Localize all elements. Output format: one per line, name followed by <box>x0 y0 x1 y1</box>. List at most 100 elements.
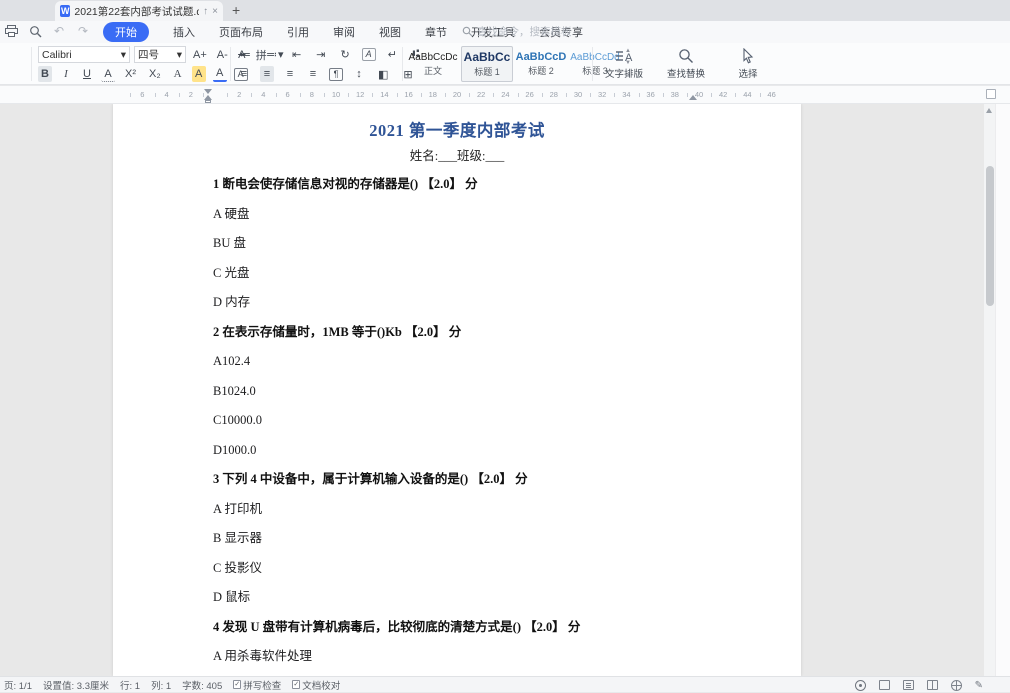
style-heading2[interactable]: AaBbCcD 标题 2 <box>515 46 567 82</box>
document-workspace: 2021 第一季度内部考试 姓名:___班级:___ 1 断电会使存储信息对视的… <box>0 104 1010 676</box>
option: C 光盘 <box>213 267 741 280</box>
first-line-indent-marker[interactable] <box>204 89 212 94</box>
spellcheck-icon: ✓ <box>233 680 241 689</box>
char-scale-icon[interactable]: A <box>362 48 376 61</box>
print-preview-icon[interactable] <box>28 24 42 38</box>
align-right-icon[interactable]: ≡ <box>283 66 297 82</box>
multi-page-view-icon[interactable] <box>927 680 938 690</box>
redo-icon[interactable]: ↷ <box>76 24 90 38</box>
font-size-combo[interactable]: 四号 ▾ <box>134 46 186 63</box>
eye-protection-icon[interactable] <box>855 680 866 691</box>
typeset-label: 文字排版 <box>605 66 643 80</box>
ruler-number: 6 <box>286 90 290 99</box>
left-indent-marker[interactable] <box>205 100 211 103</box>
subscript-button[interactable]: X₂ <box>146 66 164 82</box>
justify-icon[interactable]: ≡ <box>306 66 320 82</box>
grow-font-button[interactable]: A+ <box>190 47 210 63</box>
style-heading1[interactable]: AaBbCc 标题 1 <box>461 46 513 82</box>
question-4: 4 发现 U 盘带有计算机病毒后，比较彻底的清楚方式是() 【2.0】 分 <box>213 621 741 634</box>
italic-button[interactable]: I <box>59 66 73 82</box>
word-count[interactable]: 字数: 405 <box>182 678 222 692</box>
tab-references[interactable]: 引用 <box>287 24 309 40</box>
command-search[interactable]: 查找命令，搜索模板 <box>462 24 572 39</box>
text-effects-button[interactable]: A <box>171 66 185 82</box>
ruler-tick <box>421 93 422 97</box>
shrink-font-button[interactable]: A- <box>214 47 231 63</box>
ruler-tick <box>639 93 640 97</box>
right-indent-marker[interactable] <box>689 95 697 100</box>
scroll-up-icon[interactable] <box>986 108 992 113</box>
print-icon[interactable] <box>4 24 18 38</box>
divider <box>592 47 593 81</box>
ruler-number: 12 <box>356 90 364 99</box>
style-normal[interactable]: AaBbCcDc 正文 <box>407 46 459 82</box>
option: C10000.0 <box>213 414 741 427</box>
ruler-tick <box>566 93 567 97</box>
bullets-icon[interactable]: ≔ <box>237 46 254 62</box>
shading-icon[interactable]: ◧ <box>375 66 391 82</box>
ruler-tick <box>663 93 664 97</box>
ruler-number: 44 <box>743 90 751 99</box>
document-tab-title: 2021第22套内部考试试题.docx <box>74 4 199 19</box>
highlight-color-button[interactable]: A <box>192 66 206 82</box>
font-color-button[interactable]: A <box>213 66 227 82</box>
increase-indent-icon[interactable]: ⇥ <box>313 46 328 62</box>
page-view-icon[interactable] <box>879 680 890 690</box>
decrease-indent-icon[interactable]: ⇤ <box>289 46 304 62</box>
web-view-icon[interactable] <box>951 680 962 691</box>
search-icon <box>462 26 473 37</box>
divider <box>230 47 231 81</box>
tab-insert[interactable]: 插入 <box>173 24 195 40</box>
tab-view[interactable]: 视图 <box>379 24 401 40</box>
ruler-number: 32 <box>598 90 606 99</box>
text-direction-icon[interactable]: ↻ <box>337 46 352 62</box>
name-class-line: 姓名:___班级:___ <box>173 145 741 164</box>
vertical-scrollbar[interactable] <box>984 104 995 676</box>
divider <box>31 47 32 81</box>
select-button[interactable]: 选择 <box>722 45 774 83</box>
annotate-icon[interactable]: ✎ <box>975 680 983 691</box>
spellcheck-toggle[interactable]: ✓ 拼写检查 <box>233 678 281 692</box>
question-2: 2 在表示存储量时，1MB 等于()Kb 【2.0】 分 <box>213 326 741 339</box>
align-left-icon[interactable]: ≡ <box>237 66 251 82</box>
document-page[interactable]: 2021 第一季度内部考试 姓名:___班级:___ 1 断电会使存储信息对视的… <box>113 104 801 676</box>
tab-close-icon[interactable]: × <box>212 6 218 17</box>
ruler-tick <box>130 93 131 97</box>
undo-icon[interactable]: ↶ <box>52 24 66 38</box>
underline-button[interactable]: U <box>80 66 94 82</box>
ruler-tick <box>251 93 252 97</box>
tab-bar: W 2021第22套内部考试试题.docx ↑ × + <box>0 0 1010 21</box>
ruler-number: 30 <box>574 90 582 99</box>
superscript-button[interactable]: X² <box>122 66 139 82</box>
option: A 用杀毒软件处理 <box>213 650 741 663</box>
font-name-combo[interactable]: Calibri ▾ <box>38 46 130 63</box>
proofread-icon: ✓ <box>292 680 300 689</box>
paragraph-layout-icon[interactable]: ¶ <box>329 68 343 81</box>
char-border-button[interactable]: A <box>101 66 115 82</box>
numbering-icon[interactable]: ≕ <box>263 46 280 62</box>
scrollbar-thumb[interactable] <box>986 166 994 306</box>
ruler-number: 10 <box>332 90 340 99</box>
page-indicator[interactable]: 页: 1/1 <box>4 678 32 692</box>
text-typeset-button[interactable]: A 文字排版 <box>598 45 650 83</box>
chevron-down-icon: ▾ <box>177 49 182 61</box>
ruler-toggle-icon[interactable] <box>986 89 996 99</box>
bold-button[interactable]: B <box>38 66 52 82</box>
tab-pin-icon[interactable]: ↑ <box>203 6 208 17</box>
tab-review[interactable]: 审阅 <box>333 24 355 40</box>
proofread-toggle[interactable]: ✓ 文档校对 <box>292 678 340 692</box>
soft-wrap-icon[interactable]: ↵ <box>385 46 400 62</box>
document-title: 2021 第一季度内部考试 <box>173 117 741 141</box>
ruler-number: 4 <box>261 90 265 99</box>
find-replace-button[interactable]: 查找替换 <box>660 45 712 83</box>
document-tab[interactable]: W 2021第22套内部考试试题.docx ↑ × <box>55 1 223 21</box>
option: D 内存 <box>213 296 741 309</box>
tab-section[interactable]: 章节 <box>425 24 447 40</box>
outline-view-icon[interactable] <box>903 680 914 690</box>
line-spacing-icon[interactable]: ↕ <box>352 66 366 82</box>
new-tab-button[interactable]: + <box>232 2 240 18</box>
tab-home[interactable]: 开始 <box>103 22 149 42</box>
line-indicator: 行: 1 <box>120 678 140 692</box>
align-center-icon[interactable]: ≡ <box>260 66 274 82</box>
tab-page-layout[interactable]: 页面布局 <box>219 24 263 40</box>
